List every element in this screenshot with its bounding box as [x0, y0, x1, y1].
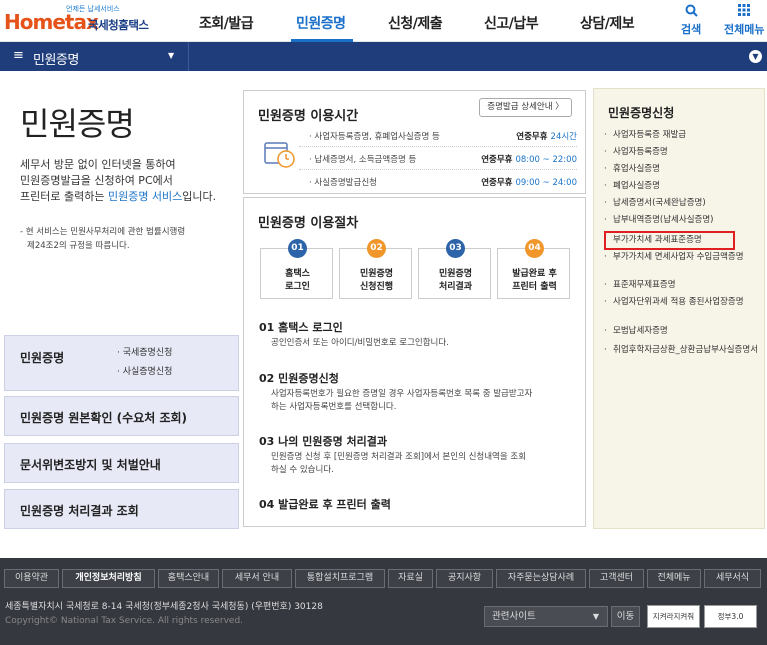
step-print: 04 발급완료 후 프린터 출력: [497, 239, 570, 299]
footer-link-all-menu[interactable]: 전체메뉴: [647, 569, 701, 588]
dropdown-arrow-icon: ▼: [592, 612, 599, 621]
footer: 이용약관 개인정보처리방침 홈택스안내 세무서 안내 통합설치프로그램 자료실 …: [0, 558, 767, 645]
all-menu-button[interactable]: 전체메뉴: [724, 4, 764, 37]
cert-apply-panel: 민원증명신청 · 사업자등록증 재발급 · 사업자등록증명 · 휴업사실증명 · 폐업사…: [593, 88, 765, 529]
cert-link-unit-taxation[interactable]: · 사업자단위과세 적용 종된사업장증명: [604, 297, 762, 308]
hometax-logo[interactable]: 언제든 납세서비스 Hometax 국세청홈택스: [4, 4, 154, 40]
procedure-item-title: 04 발급완료 후 프린터 출력: [259, 498, 391, 511]
logo-en: Hometax: [4, 10, 99, 34]
nav-report-pay[interactable]: 신고/납부: [484, 13, 539, 33]
step-result: 03 민원증명 처리결과: [418, 239, 491, 299]
box-forgery-title: 문서위변조방지 및 처벌안내: [20, 458, 161, 472]
box-original-check[interactable]: 민원증명 원본확인 (수요처 조회): [4, 396, 239, 436]
time-row: · 사업자등록증명, 휴폐업사실증명 등 연중무휴 24시간: [299, 125, 577, 147]
cert-link-student-loan[interactable]: · 취업후학자금상환_상환금납부사실증명서: [604, 345, 762, 356]
nav-inquiry[interactable]: 조회/발급: [199, 13, 254, 33]
logo-ko: 국세청홈택스: [88, 18, 149, 32]
cert-link-suspension[interactable]: · 휴업사실증명: [604, 164, 762, 175]
chevron-down-icon[interactable]: ▼: [749, 50, 762, 63]
dropdown-arrow-icon[interactable]: ▼: [168, 51, 174, 60]
footer-link-notice[interactable]: 공지사항: [436, 569, 493, 588]
procedure-item-desc: 민원증명 신청 후 [민원증명 처리결과 조회]에서 본인의 신청내역을 조회 하…: [271, 452, 527, 475]
search-button[interactable]: 검색: [681, 4, 701, 37]
service-link[interactable]: 민원증명 서비스: [108, 190, 182, 203]
footer-link-hometax-guide[interactable]: 홈택스안내: [158, 569, 219, 588]
top-header: 언제든 납세서비스 Hometax 국세청홈택스 조회/발급 민원증명 신청/제…: [0, 0, 767, 42]
related-site-select[interactable]: 관련사이트 ▼: [484, 606, 608, 627]
cert-link-model-taxpayer[interactable]: · 모범납세자증명: [604, 326, 762, 337]
footer-link-office-guide[interactable]: 세무서 안내: [222, 569, 292, 588]
procedure-item-title: 03 나의 민원증명 처리결과: [259, 435, 387, 448]
footer-banner-1[interactable]: 지켜라지켜줘: [647, 605, 700, 628]
grid-menu-icon: [724, 4, 764, 18]
cert-link-financial-statement[interactable]: · 표준재무제표증명: [604, 280, 762, 291]
search-icon: [681, 4, 701, 18]
cert-link-business-reg-reissue[interactable]: · 사업자등록증 재발급: [604, 130, 762, 141]
footer-link-tax-forms[interactable]: 세무서식: [704, 569, 761, 588]
box-result-lookup[interactable]: 민원증명 처리결과 조회: [4, 489, 239, 529]
footer-banner-2[interactable]: 정부3.0: [704, 605, 757, 628]
footer-link-library[interactable]: 자료실: [388, 569, 433, 588]
step-apply: 02 민원증명 신청진행: [339, 239, 412, 299]
bar-divider: [188, 42, 189, 71]
hamburger-icon[interactable]: ≡: [13, 48, 24, 63]
footer-address: 세종특별자치시 국세청로 8-14 국세청(정부세종2청사 국세청동) (우편번…: [5, 602, 323, 612]
clock-calendar-icon: [262, 135, 298, 171]
box-result-title: 민원증명 처리결과 조회: [20, 504, 139, 518]
location-bar: ≡ 민원증명 ▼ ▼: [0, 42, 767, 71]
usage-time-panel: 민원증명 이용시간 증명발급 상세안내 〉 · 사업자등록증명, 휴폐업사실증명…: [243, 90, 586, 194]
nav-civil-cert[interactable]: 민원증명: [296, 13, 346, 33]
footer-link-privacy[interactable]: 개인정보처리방침: [62, 569, 155, 588]
box-forgery-prevention[interactable]: 문서위변조방지 및 처벌안내: [4, 443, 239, 483]
procedure-item-desc: 공인인증서 또는 아이디/비밀번호로 로그인합니다.: [271, 338, 449, 348]
legal-note: - 현 서비스는 민원사무처리에 관한 법률시행령 제24조2의 규정을 따릅니…: [20, 227, 186, 251]
all-menu-label: 전체메뉴: [724, 23, 765, 36]
nav-apply[interactable]: 신청/제출: [388, 13, 443, 33]
cert-link-business-reg[interactable]: · 사업자등록증명: [604, 147, 762, 158]
step-number: 04: [525, 239, 544, 258]
footer-link-terms[interactable]: 이용약관: [4, 569, 59, 588]
detail-guide-button[interactable]: 증명발급 상세안내 〉: [479, 98, 572, 117]
procedure-item-title: 02 민원증명신청: [259, 372, 339, 385]
procedure-item-desc: 사업자등록번호가 필요한 증명일 경우 사업자등록번호 목록 중 발급받고자 하는…: [271, 389, 533, 412]
footer-link-install[interactable]: 통합설치프로그램: [295, 569, 385, 588]
footer-link-customer-center[interactable]: 고객센터: [589, 569, 644, 588]
page-title: 민원증명: [20, 105, 135, 143]
procedure-title: 민원증명 이용절차: [258, 216, 359, 231]
go-button[interactable]: 이동: [611, 606, 640, 627]
cert-link-closure[interactable]: · 폐업사실증명: [604, 181, 762, 192]
left-panel: 민원증명 세무서 방문 없이 인터넷을 통하여 민원증명발급을 신청하여 PC에…: [0, 71, 245, 558]
time-row: · 납세증명서, 소득금액증명 등 연중무휴 08:00 ~ 22:00: [299, 148, 577, 170]
cert-link-tax-payment[interactable]: · 납세증명서(국세완납증명): [604, 198, 762, 209]
procedure-item-title: 01 홈택스 로그인: [259, 321, 343, 334]
nav-consult[interactable]: 상담/제보: [580, 13, 635, 33]
link-fact-cert[interactable]: · 사실증명신청: [117, 363, 172, 382]
cert-apply-title: 민원증명신청: [608, 106, 675, 120]
page-description: 세무서 방문 없이 인터넷을 통하여 민원증명발급을 신청하여 PC에서 프린터…: [20, 158, 217, 203]
cert-link-payment-history[interactable]: · 납부내역증명(납세사실증명): [604, 215, 762, 226]
time-row: · 사실증명발급신청 연중무휴 09:00 ~ 24:00: [309, 178, 577, 188]
step-number: 03: [446, 239, 465, 258]
step-number: 01: [288, 239, 307, 258]
location-title[interactable]: 민원증명: [33, 49, 79, 68]
box-civil-cert[interactable]: 민원증명 · 국세증명신청 · 사실증명신청: [4, 335, 239, 391]
highlight-box: [604, 231, 735, 250]
step-login: 01 홈택스 로그인: [260, 239, 333, 299]
search-label: 검색: [681, 23, 702, 36]
box-civil-cert-title: 민원증명: [20, 351, 65, 365]
usage-time-title: 민원증명 이용시간: [258, 109, 359, 124]
footer-copyright: Copyright© National Tax Service. All rig…: [5, 616, 244, 626]
link-national-tax-cert[interactable]: · 국세증명신청: [117, 344, 172, 363]
cert-link-vat-exempt-income[interactable]: · 부가가치세 면세사업자 수입금액증명: [604, 252, 762, 263]
step-number: 02: [367, 239, 386, 258]
footer-link-faq[interactable]: 자주묻는상담사례: [496, 569, 586, 588]
box-original-check-title: 민원증명 원본확인 (수요처 조회): [20, 411, 188, 425]
usage-procedure-panel: 민원증명 이용절차 01 홈택스 로그인 02 민원증명 신청진행 03 민원증명 처…: [243, 197, 586, 527]
